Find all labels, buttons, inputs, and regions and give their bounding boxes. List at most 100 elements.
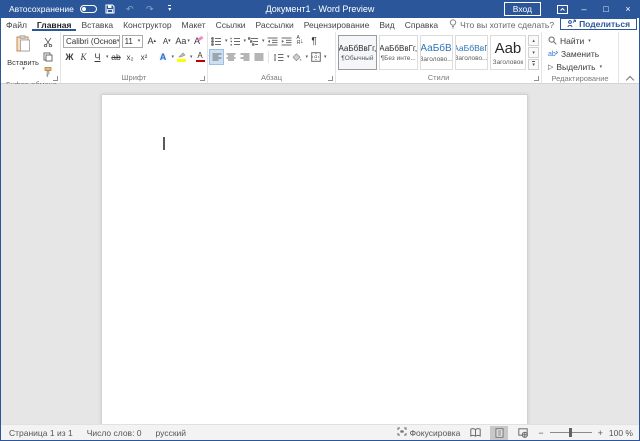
zoom-slider[interactable] (550, 432, 592, 433)
tab-help[interactable]: Справка (400, 18, 443, 31)
paragraph-dialog-launcher[interactable] (328, 76, 333, 81)
select-dropdown-icon: ▾ (600, 65, 603, 70)
underline-button[interactable]: Ч (91, 50, 104, 64)
zoom-out-button[interactable]: − (538, 428, 543, 438)
tell-me-label: Что вы хотите сделать? (460, 20, 554, 30)
line-spacing-button[interactable] (272, 50, 285, 64)
decrease-indent-button[interactable] (266, 34, 279, 48)
borders-button[interactable] (309, 50, 322, 64)
sort-button[interactable]: АЯ ↓ (294, 34, 307, 48)
status-page-count[interactable]: Страница 1 из 1 (9, 428, 73, 438)
align-left-button[interactable] (210, 50, 223, 64)
web-layout-button[interactable] (514, 426, 532, 440)
align-right-button[interactable] (238, 50, 251, 64)
tab-home[interactable]: Главная (32, 18, 77, 31)
style-title[interactable]: Аab Заголовок (490, 35, 527, 70)
show-marks-button[interactable]: ¶ (308, 34, 321, 48)
autosave-label: Автосохранение (9, 4, 74, 14)
tab-view[interactable]: Вид (374, 18, 399, 31)
shrink-font-button[interactable]: А▾ (160, 34, 173, 48)
paste-button[interactable]: Вставить ▾ (5, 33, 41, 79)
tell-me-search[interactable]: Что вы хотите сделать? (443, 18, 560, 31)
style-heading2[interactable]: АаБбВвГ Заголово... (455, 35, 488, 70)
sign-in-button[interactable]: Вход (504, 2, 541, 16)
document-page[interactable] (101, 94, 528, 424)
shading-button[interactable] (291, 50, 304, 64)
multilevel-list-button[interactable] (247, 34, 260, 48)
print-layout-button[interactable] (490, 426, 508, 440)
change-case-button[interactable]: Аа▾ (175, 34, 190, 48)
minimize-button[interactable]: – (573, 0, 595, 18)
align-center-button[interactable] (224, 50, 237, 64)
bold-button[interactable]: Ж (63, 50, 76, 64)
numbering-button[interactable] (229, 34, 242, 48)
italic-button[interactable]: К (77, 50, 90, 64)
close-button[interactable]: × (617, 0, 639, 18)
superscript-button[interactable]: x² (138, 50, 151, 64)
strikethrough-button[interactable]: ab (110, 50, 123, 64)
zoom-slider-thumb[interactable] (569, 428, 572, 437)
font-size-value: 11 (125, 37, 133, 46)
style-heading1[interactable]: АаБбВ Заголово... (420, 35, 453, 70)
tab-file[interactable]: Файл (1, 18, 32, 31)
ribbon-display-options-button[interactable] (551, 0, 573, 18)
save-button[interactable] (103, 2, 117, 16)
highlight-button[interactable] (175, 50, 188, 64)
collapse-ribbon-button[interactable] (626, 74, 634, 80)
styles-scroll-down[interactable]: ▾ (528, 47, 539, 58)
status-language[interactable]: русский (156, 428, 187, 438)
tab-references[interactable]: Ссылки (211, 18, 251, 31)
status-word-count[interactable]: Число слов: 0 (87, 428, 142, 438)
editing-group: Найти ▾ ab Заменить ▷ Выделить ▾ Редакти… (541, 32, 619, 83)
cut-button[interactable] (41, 35, 54, 49)
bullets-dropdown-icon[interactable]: ▾ (225, 39, 228, 44)
tab-review[interactable]: Рецензирование (299, 18, 375, 31)
numbering-dropdown-icon[interactable]: ▾ (244, 39, 247, 44)
clear-formatting-button[interactable]: А (192, 34, 205, 48)
zoom-level[interactable]: 100 % (609, 428, 633, 438)
font-family-select[interactable]: Calibri (Основ ▾ (63, 35, 120, 48)
find-button[interactable]: Найти ▾ (548, 35, 616, 47)
replace-button[interactable]: ab Заменить (548, 48, 616, 60)
tab-insert[interactable]: Вставка (76, 18, 118, 31)
tab-layout[interactable]: Макет (177, 18, 211, 31)
clipboard-dialog-launcher[interactable] (53, 76, 58, 81)
focus-mode-button[interactable]: Фокусировка (397, 427, 461, 438)
styles-more-button[interactable]: ▾ (528, 59, 539, 70)
redo-button[interactable]: ↷ (143, 2, 157, 16)
clipboard-group: Вставить ▾ Буфер обмена (3, 32, 60, 83)
text-effects-button[interactable]: А (157, 50, 170, 64)
highlight-dropdown-icon[interactable]: ▾ (190, 55, 193, 60)
style-normal[interactable]: АаБбВвГг, ¶Обычный (338, 35, 377, 70)
justify-button[interactable] (252, 50, 265, 64)
bullets-button[interactable] (210, 34, 223, 48)
styles-dialog-launcher[interactable] (534, 76, 539, 81)
font-size-select[interactable]: 11 ▾ (122, 35, 144, 48)
autosave-toggle[interactable] (80, 5, 97, 13)
multilevel-dropdown-icon[interactable]: ▾ (262, 39, 265, 44)
editing-group-label: Редактирование (544, 73, 616, 84)
line-spacing-dropdown-icon[interactable]: ▾ (287, 55, 290, 60)
select-button[interactable]: ▷ Выделить ▾ (548, 61, 616, 73)
shading-dropdown-icon[interactable]: ▾ (306, 55, 309, 60)
subscript-button[interactable]: x₂ (124, 50, 137, 64)
increase-indent-button[interactable] (280, 34, 293, 48)
qat-menu-button[interactable]: ▾ (163, 2, 177, 16)
styles-scroll-up[interactable]: ▴ (528, 35, 539, 46)
read-mode-button[interactable] (466, 426, 484, 440)
paragraph-group: ▾ ▾ ▾ АЯ ↓ (207, 32, 335, 83)
grow-font-button[interactable]: А▴ (145, 34, 158, 48)
text-effects-dropdown-icon[interactable]: ▾ (172, 55, 175, 60)
tab-mailings[interactable]: Рассылки (251, 18, 299, 31)
tab-design[interactable]: Конструктор (118, 18, 176, 31)
underline-dropdown-icon[interactable]: ▾ (106, 55, 109, 60)
font-dialog-launcher[interactable] (200, 76, 205, 81)
zoom-in-button[interactable]: + (598, 428, 603, 438)
undo-button[interactable]: ↶ (123, 2, 137, 16)
maximize-button[interactable]: □ (595, 0, 617, 18)
borders-dropdown-icon[interactable]: ▾ (324, 55, 327, 60)
style-no-spacing[interactable]: АаБбВвГг, ¶Без инте... (379, 35, 418, 70)
share-button[interactable]: Поделиться (560, 18, 637, 30)
copy-button[interactable] (41, 50, 54, 64)
font-color-button[interactable]: А (194, 50, 207, 64)
